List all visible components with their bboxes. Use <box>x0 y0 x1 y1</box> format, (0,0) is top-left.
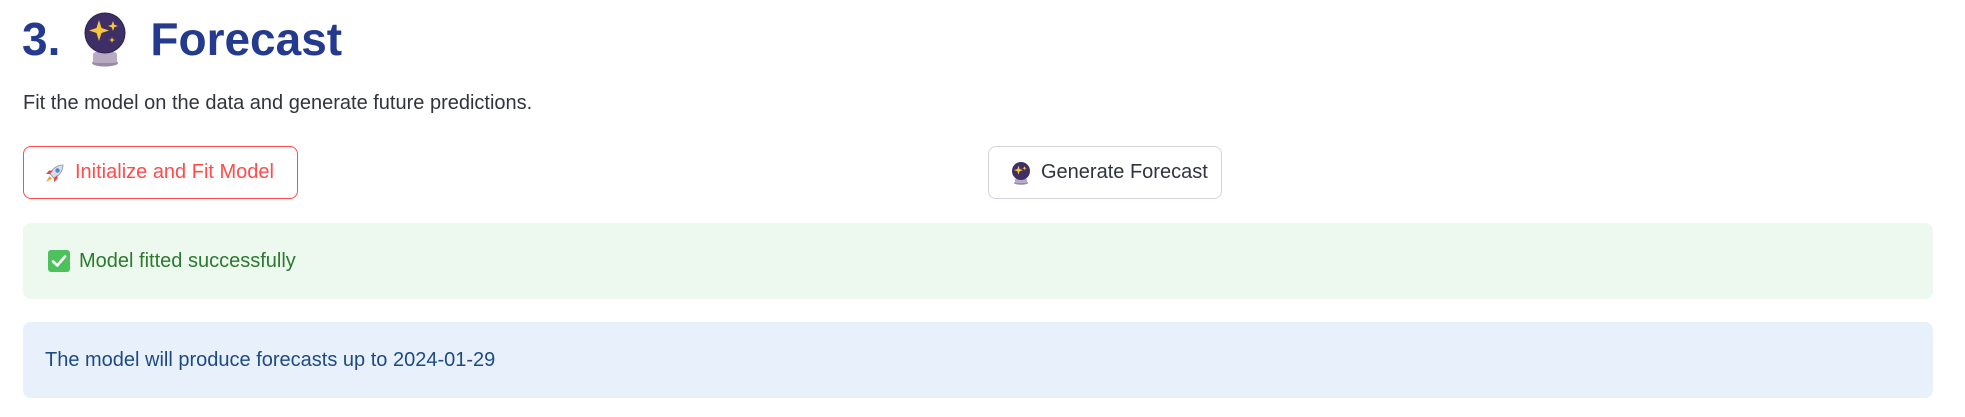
info-message: The model will produce forecasts up to 2… <box>45 348 496 371</box>
initialize-fit-model-button[interactable]: Initialize and Fit Model <box>23 146 298 199</box>
page-title: 3. Forecast <box>22 6 342 72</box>
success-alert: Model fitted successfully <box>23 223 1933 299</box>
success-message: Model fitted successfully <box>79 249 296 272</box>
crystal-ball-icon <box>1012 161 1030 185</box>
check-box-icon <box>48 250 70 272</box>
forecast-section: 3. Forecast Fit the model on the data an… <box>0 0 1965 417</box>
info-alert: The model will produce forecasts up to 2… <box>23 322 1933 398</box>
section-number: 3. <box>22 13 61 65</box>
generate-forecast-label: Generate Forecast <box>1041 161 1208 183</box>
section-description: Fit the model on the data and generate f… <box>23 92 533 114</box>
section-title: Forecast <box>150 13 343 65</box>
rocket-icon <box>46 164 64 182</box>
initialize-fit-model-label: Initialize and Fit Model <box>75 161 274 183</box>
crystal-ball-icon <box>84 12 126 67</box>
generate-forecast-button[interactable]: Generate Forecast <box>988 146 1222 199</box>
